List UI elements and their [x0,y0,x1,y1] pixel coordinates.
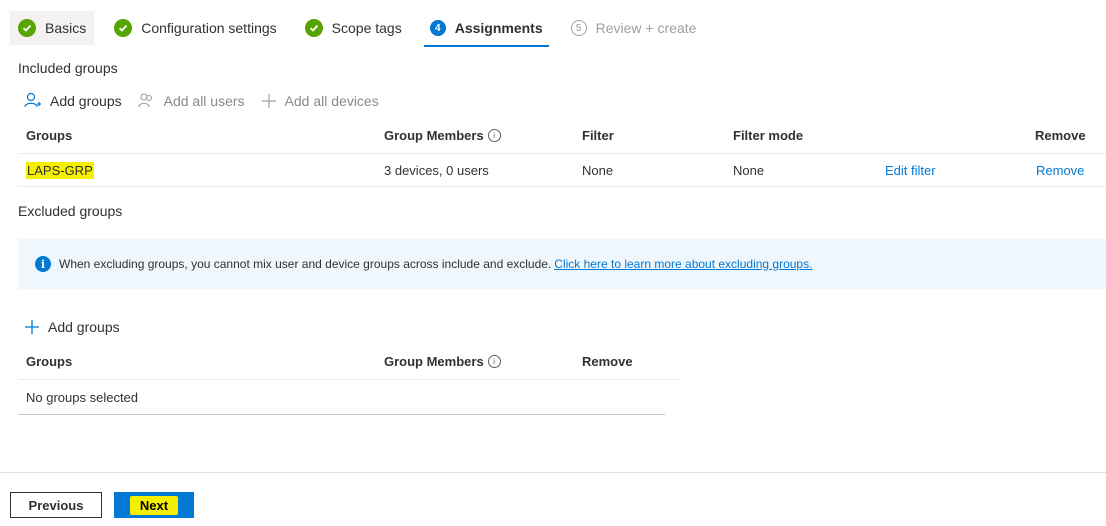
included-groups-title: Included groups [18,60,118,76]
step-basics[interactable]: Basics [10,11,95,45]
next-button-label: Next [129,495,179,515]
step-configuration-settings[interactable]: Configuration settings [106,11,284,45]
step-label: Basics [45,20,87,36]
column-header-group-members: Group Members i [384,118,501,153]
excluded-groups-title: Excluded groups [18,203,123,219]
group-name: LAPS-GRP [26,161,94,179]
included-groups-table: Groups Group Members i Filter Filter mod… [18,118,1106,187]
column-header-label: Group Members [384,354,484,369]
check-circle-icon [114,19,133,37]
column-header-remove: Remove [582,354,633,369]
step-label: Review + create [595,20,697,36]
info-message-bar: i When excluding groups, you cannot mix … [18,239,1106,289]
included-actions-bar: Add groups Add all users Add all devices [24,90,395,112]
column-header-label: Group Members [384,128,484,143]
step-review-create[interactable]: 5 Review + create [563,11,705,45]
column-header-groups: Groups [26,354,73,369]
wizard-steps: Basics Configuration settings Scope tags… [10,10,716,47]
step-label: Scope tags [331,20,402,36]
table-header-row: Groups Group Members i Filter Filter mod… [18,118,1106,154]
column-header-group-members: Group Members i [384,344,501,379]
check-circle-icon [304,19,323,37]
add-groups-button[interactable]: Add groups [24,92,122,110]
step-number-badge: 5 [570,20,587,36]
group-name-cell: LAPS-GRP [26,154,94,186]
add-all-users-button[interactable]: Add all users [138,92,245,110]
empty-row: No groups selected [18,380,665,415]
column-header-remove: Remove [1035,128,1086,143]
info-icon[interactable]: i [487,355,501,368]
step-number-badge: 4 [429,20,446,36]
plus-icon [261,94,276,108]
add-all-devices-button[interactable]: Add all devices [261,93,379,109]
column-header-filter: Filter [582,128,614,143]
step-assignments[interactable]: 4 Assignments [422,11,551,47]
add-all-devices-label: Add all devices [284,93,379,109]
add-all-users-label: Add all users [163,93,245,109]
users-icon [138,93,152,108]
learn-more-link[interactable]: Click here to learn more about excluding… [554,257,812,271]
plus-icon [25,320,39,334]
info-message-text: When excluding groups, you cannot mix us… [59,257,552,271]
step-label: Assignments [454,20,543,36]
filter-cell: None [582,162,614,178]
edit-filter-link[interactable]: Edit filter [885,154,936,186]
table-header-row: Groups Group Members i Remove [18,344,680,380]
add-user-icon [24,92,41,108]
column-header-filter-mode: Filter mode [733,128,804,143]
info-icon: i [35,256,51,272]
empty-message: No groups selected [26,389,139,405]
check-circle-icon [18,19,36,37]
excluded-actions-bar: Add groups [24,316,136,338]
next-button[interactable]: Next [114,492,194,518]
filter-mode-cell: None [733,162,765,178]
group-members-cell: 3 devices, 0 users [384,162,489,178]
footer-divider [0,472,1106,473]
column-header-groups: Groups [26,128,73,143]
add-excluded-groups-button[interactable]: Add groups [24,319,120,335]
step-label: Configuration settings [141,20,277,36]
add-groups-label: Add groups [50,93,122,109]
remove-link[interactable]: Remove [1036,154,1084,186]
step-scope-tags[interactable]: Scope tags [297,11,410,45]
add-groups-label: Add groups [48,319,120,335]
info-icon[interactable]: i [487,129,501,142]
table-row: LAPS-GRP 3 devices, 0 users None None Ed… [18,154,1106,187]
excluded-groups-table: Groups Group Members i Remove No groups … [18,344,680,415]
previous-button[interactable]: Previous [10,492,102,518]
